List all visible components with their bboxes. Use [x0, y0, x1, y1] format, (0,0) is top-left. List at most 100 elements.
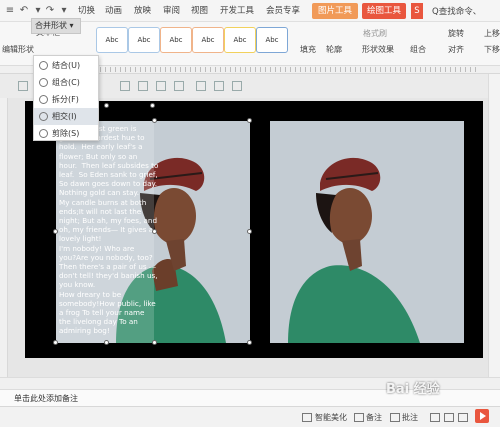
- align-top-icon[interactable]: [156, 81, 166, 91]
- align-left-icon[interactable]: [18, 81, 28, 91]
- tab-review[interactable]: 审阅: [163, 5, 180, 18]
- move-up-button[interactable]: 上移: [484, 28, 500, 39]
- vertical-scrollbar[interactable]: [488, 74, 500, 377]
- move-down-button[interactable]: 下移: [484, 44, 500, 55]
- resize-handle[interactable]: [247, 118, 252, 123]
- shape-effect-button[interactable]: 形状效果: [362, 44, 394, 55]
- poem-line: a frog To tell your name: [59, 308, 145, 318]
- tab-slideshow[interactable]: 放映: [134, 5, 151, 18]
- layer-icon[interactable]: [232, 81, 242, 91]
- play-slideshow-button[interactable]: [475, 409, 489, 423]
- tab-drawing-tools[interactable]: 绘图工具: [362, 3, 406, 19]
- format-painter-button[interactable]: 格式刷: [363, 28, 387, 39]
- poem-line: oh, my friends— It gives a: [59, 225, 154, 235]
- align-middle-icon[interactable]: [174, 81, 184, 91]
- align-right-icon[interactable]: [138, 81, 148, 91]
- distribute-icon[interactable]: [196, 81, 206, 91]
- resize-handle[interactable]: [104, 340, 109, 345]
- baidu-watermark: Bai 经验: [386, 382, 440, 397]
- intersect-icon: [39, 112, 48, 121]
- smart-beautify-button[interactable]: 智能美化: [315, 412, 347, 423]
- comments-toggle[interactable]: 批注: [402, 412, 418, 423]
- poem-line: don't tell! they'd banish us,: [59, 271, 158, 281]
- notes-toggle[interactable]: 备注: [366, 412, 382, 423]
- shape-style-1[interactable]: Abc: [96, 27, 128, 53]
- menu-icon[interactable]: ≡: [4, 5, 16, 17]
- shape-style-2[interactable]: Abc: [128, 27, 160, 53]
- tab-extra[interactable]: S: [411, 3, 423, 19]
- notes-placeholder: 单击此处添加备注: [14, 394, 78, 403]
- resize-handle[interactable]: [247, 229, 252, 234]
- menu-item-union[interactable]: 结合(U): [34, 57, 98, 74]
- edit-shape-button[interactable]: 编辑形状: [2, 44, 34, 55]
- poem-line: ends;It will not last the: [59, 206, 142, 216]
- dropdown-icon[interactable]: ▾: [32, 5, 44, 17]
- menu-item-subtract[interactable]: 剪除(S): [34, 125, 98, 142]
- tab-developer[interactable]: 开发工具: [220, 5, 254, 18]
- tab-transition[interactable]: 切换: [78, 5, 95, 18]
- portrait-image: [270, 121, 464, 343]
- group-button[interactable]: 组合: [410, 44, 426, 55]
- poem-line: somebody!How public, like: [59, 298, 156, 308]
- resize-handle[interactable]: [152, 118, 157, 123]
- redo-icon[interactable]: ↷: [44, 5, 56, 17]
- undo-icon[interactable]: ↶: [18, 5, 30, 17]
- fill-button[interactable]: 填充: [300, 44, 316, 55]
- notes-icon[interactable]: [354, 413, 364, 422]
- smart-beautify-icon[interactable]: [302, 413, 312, 422]
- poem-text[interactable]: Nature's first green isgold,Her hardest …: [59, 124, 159, 336]
- poem-line: I'm nobody! Who are: [59, 243, 135, 253]
- menu-item-label: 剪除(S): [52, 129, 80, 138]
- fragment-icon: [39, 95, 48, 104]
- shape-style-6[interactable]: Abc: [256, 27, 288, 53]
- outline-button[interactable]: 轮廓: [326, 44, 342, 55]
- tab-animation[interactable]: 动画: [105, 5, 122, 18]
- shape-style-5[interactable]: Abc: [224, 27, 256, 53]
- pin-icon[interactable]: [214, 81, 224, 91]
- menu-item-intersect[interactable]: 相交(I): [34, 108, 98, 125]
- poem-line: you know.: [59, 280, 96, 290]
- more-icon[interactable]: ▾: [58, 5, 70, 17]
- rotate-handle[interactable]: [104, 103, 109, 108]
- poem-line: admiring bog!: [59, 326, 110, 336]
- poem-line: Nothing gold can stay.: [59, 188, 140, 198]
- menu-item-combine[interactable]: 组合(C): [34, 74, 98, 91]
- sorter-view-icon[interactable]: [444, 413, 454, 422]
- combine-icon: [39, 78, 48, 87]
- poem-line: the livelong day To an: [59, 317, 138, 327]
- poem-line: flower; But only so an: [59, 151, 138, 161]
- tab-member[interactable]: 会员专享: [266, 5, 300, 18]
- vertical-ruler: [0, 98, 8, 378]
- poem-line: So dawn goes down to day.: [59, 179, 157, 189]
- menu-item-label: 拆分(F): [52, 95, 79, 104]
- merge-shape-label: 合并形状: [35, 21, 67, 30]
- tab-picture-tools[interactable]: 图片工具: [312, 3, 358, 19]
- shape-style-3[interactable]: Abc: [160, 27, 192, 53]
- union-icon: [39, 61, 48, 70]
- poem-line: How dreary to be: [59, 289, 122, 299]
- photo-right[interactable]: [270, 121, 464, 343]
- align-button[interactable]: 对齐: [448, 44, 464, 55]
- rotate-handle[interactable]: [150, 103, 155, 108]
- merge-shape-button[interactable]: 合并形状 ▾: [31, 18, 81, 34]
- menu-item-label: 结合(U): [52, 61, 81, 70]
- resize-handle[interactable]: [152, 340, 157, 345]
- resize-handle[interactable]: [53, 340, 58, 345]
- align-center-icon[interactable]: [120, 81, 130, 91]
- menu-item-fragment[interactable]: 拆分(F): [34, 91, 98, 108]
- subtract-icon: [39, 129, 48, 138]
- resize-handle[interactable]: [152, 229, 157, 234]
- normal-view-icon[interactable]: [430, 413, 440, 422]
- tab-view[interactable]: 视图: [191, 5, 208, 18]
- poem-line: lovely light!: [59, 234, 102, 244]
- poem-line: you?Are you nobody, too?: [59, 252, 153, 262]
- poem-line: Then there's a pair of us —: [59, 262, 157, 272]
- reading-view-icon[interactable]: [458, 413, 468, 422]
- resize-handle[interactable]: [247, 340, 252, 345]
- poem-line: hour. Then leaf subsides to: [59, 160, 159, 170]
- rotate-button[interactable]: 旋转: [448, 28, 464, 39]
- comments-icon[interactable]: [390, 413, 400, 422]
- shape-style-4[interactable]: Abc: [192, 27, 224, 53]
- command-search[interactable]: Q查找命令、: [432, 5, 481, 17]
- resize-handle[interactable]: [53, 229, 58, 234]
